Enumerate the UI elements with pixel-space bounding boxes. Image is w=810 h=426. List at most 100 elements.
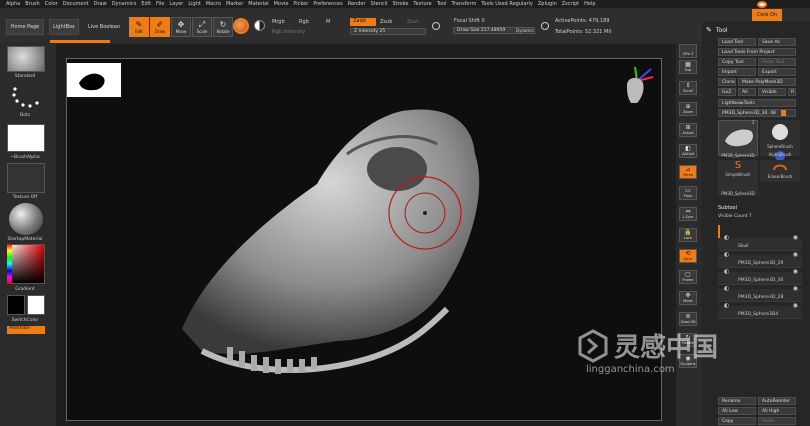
shelf-scroll-button[interactable]: ⇕ Scroll xyxy=(679,81,697,95)
standard-brush-thumbnail[interactable] xyxy=(7,46,45,72)
focal-shift-slider[interactable]: Focal Shift 0 xyxy=(454,18,485,24)
rename-button[interactable]: Rename xyxy=(718,397,756,405)
secondary-color-swatch[interactable] xyxy=(27,295,45,315)
goz-all-button[interactable]: All xyxy=(738,88,756,96)
goz-visible-button[interactable]: Visible xyxy=(758,88,786,96)
subtool-header[interactable]: Subtool xyxy=(718,205,796,213)
current-tool-slider-handle[interactable] xyxy=(781,110,786,116)
eraser-brush-thumbnail[interactable]: EraserBrush xyxy=(760,160,800,182)
menu-item-picker[interactable]: Picker xyxy=(293,1,308,7)
zsub-button[interactable]: Zsub xyxy=(380,19,392,25)
subtool-row[interactable]: ◐ ◉ PM3D_Sphere3D_28 xyxy=(718,285,802,302)
menu-item-preferences[interactable]: Preferences xyxy=(313,1,342,7)
menu-item-marker[interactable]: Marker xyxy=(226,1,243,7)
lightbox-tab[interactable]: LightBox xyxy=(49,19,79,35)
texture-thumbnail[interactable] xyxy=(7,163,45,193)
load-tool-button[interactable]: Load Tool xyxy=(718,38,756,46)
shelf-move-button[interactable]: ✥ Move xyxy=(679,291,697,305)
eye-icon[interactable]: ◉ xyxy=(793,285,798,292)
zcut-button[interactable]: Zcut xyxy=(407,19,418,25)
shelf-frame-button[interactable]: ▢ Frame xyxy=(679,270,697,284)
sphere-brush-thumbnail[interactable]: SphereBrush xyxy=(760,120,800,161)
simple-brush-thumbnail[interactable]: S SimpleBrush xyxy=(718,160,758,182)
spix-button[interactable]: SPix 3 xyxy=(679,44,697,58)
shelf-lock-button[interactable]: 🔒 Lock xyxy=(679,228,697,242)
menu-item-draw[interactable]: Draw xyxy=(94,1,107,7)
edit-button[interactable]: ✎ Edit xyxy=(129,17,149,37)
scale-button[interactable]: ⤢ Scale xyxy=(192,17,212,37)
mrgb-button[interactable]: Mrgb xyxy=(272,19,285,25)
main-color-swatch[interactable] xyxy=(7,295,25,315)
export-button[interactable]: Export xyxy=(758,68,796,76)
shelf-zoom3d-button[interactable]: ⊚ Zoom3D xyxy=(679,312,697,326)
menu-item-stroke[interactable]: Stroke xyxy=(392,1,408,7)
all-low-button[interactable]: All Low xyxy=(718,407,756,415)
shelf-persp-button[interactable]: ⊿ Persp xyxy=(679,165,697,179)
copy-button[interactable]: Copy xyxy=(718,417,756,425)
switch-color-label[interactable]: SwitchColor xyxy=(0,318,50,323)
dynamic-toggle[interactable]: Dynamic xyxy=(516,28,534,33)
menu-item-transform[interactable]: Transform xyxy=(451,1,476,7)
lightbox-tools-button[interactable]: Lightbox▸Tools xyxy=(718,99,796,107)
alpha-brush-label[interactable]: AlphaBrush xyxy=(760,152,800,160)
subtool-row[interactable]: ◐ ◉ Skull xyxy=(718,234,802,251)
shelf-qxyz-button[interactable]: ⟲ Qxyz xyxy=(679,249,697,263)
shelf-floor-button[interactable]: ▭ Floor xyxy=(679,186,697,200)
menu-item-light[interactable]: Light xyxy=(188,1,200,7)
menu-item-render[interactable]: Render xyxy=(348,1,366,7)
color-swatch-icon[interactable] xyxy=(254,20,265,31)
make-polymesh-button[interactable]: Make PolyMesh3D xyxy=(738,78,796,86)
alternate-button[interactable]: Alternate xyxy=(7,326,45,334)
shelf-actual-button[interactable]: ⊞ Actual xyxy=(679,123,697,137)
zadd-button[interactable]: Zadd xyxy=(350,18,376,26)
eye-icon[interactable]: ◉ xyxy=(793,234,798,241)
document-canvas[interactable] xyxy=(66,58,662,421)
copy-tool-button[interactable]: Copy Tool xyxy=(718,58,756,66)
import-button[interactable]: Import xyxy=(718,68,756,76)
menu-item-file[interactable]: File xyxy=(156,1,164,7)
menu-item-tool[interactable]: Tool xyxy=(437,1,447,7)
material-swatch[interactable] xyxy=(233,18,249,34)
dots-stroke-thumbnail[interactable] xyxy=(7,82,45,112)
all-high-button[interactable]: All High xyxy=(758,407,796,415)
move-button[interactable]: ✥ Move xyxy=(171,17,191,37)
brush-alpha-thumbnail[interactable] xyxy=(7,124,45,152)
menu-item-color[interactable]: Color xyxy=(45,1,58,7)
menu-item-tools-used-regularly[interactable]: Tools Used Regularly xyxy=(481,1,533,7)
paste-button[interactable]: Paste xyxy=(758,417,796,425)
visible-count-slider[interactable]: Visible Count 7 xyxy=(718,214,796,221)
menu-item-brush[interactable]: Brush xyxy=(25,1,39,7)
hue-slider[interactable] xyxy=(7,244,12,284)
menu-item-macro[interactable]: Macro xyxy=(206,1,221,7)
paste-tool-button[interactable]: Paste Tool xyxy=(758,58,796,66)
save-as-button[interactable]: Save As xyxy=(758,38,796,46)
subtool-row[interactable]: ◐ ◉ PM3D_Sphere3D_30 xyxy=(718,268,802,285)
eye-icon[interactable]: ◉ xyxy=(793,251,798,258)
menu-item-help[interactable]: Help xyxy=(584,1,595,7)
shelf-l-sym-button[interactable]: ⇔ L.Sym xyxy=(679,207,697,221)
menu-item-alpha[interactable]: Alpha xyxy=(6,1,20,7)
eye-icon[interactable]: ◉ xyxy=(793,302,798,309)
autoreorder-button[interactable]: AutoReorder xyxy=(758,397,796,405)
menu-item-movie[interactable]: Movie xyxy=(274,1,289,7)
rotate-button[interactable]: ↻ Rotate xyxy=(213,17,233,37)
subtool-row[interactable]: ◐ ◉ PM3D_Sphere3D4 xyxy=(718,302,802,319)
navigator-thumbnail[interactable] xyxy=(67,63,121,97)
m-button[interactable]: M xyxy=(326,19,330,25)
menu-item-zscript[interactable]: Zscript xyxy=(562,1,579,7)
load-tools-from-project-button[interactable]: Load Tools From Project xyxy=(718,48,796,56)
clone-button[interactable]: Clone xyxy=(718,78,736,86)
z-intensity-slider[interactable]: Z Intensity 25 xyxy=(350,28,426,35)
tool-palette-header[interactable]: ✎ Tool xyxy=(706,24,806,36)
menu-item-edit[interactable]: Edit xyxy=(141,1,151,7)
rgb-intensity-slider[interactable]: Rgb Intensity xyxy=(272,29,305,35)
shelf-zoom-button[interactable]: ⊕ Zoom xyxy=(679,102,697,116)
rgb-button[interactable]: Rgb xyxy=(299,19,309,25)
goz-button[interactable]: GoZ xyxy=(718,88,736,96)
menu-item-material[interactable]: Material xyxy=(248,1,268,7)
eye-icon[interactable]: ◉ xyxy=(793,268,798,275)
orientation-gizmo[interactable] xyxy=(617,63,657,113)
menu-item-document[interactable]: Document xyxy=(63,1,89,7)
material-thumbnail[interactable] xyxy=(9,203,43,235)
subtool-row[interactable]: ◐ ◉ PM3D_Sphere3D_29 xyxy=(718,251,802,268)
